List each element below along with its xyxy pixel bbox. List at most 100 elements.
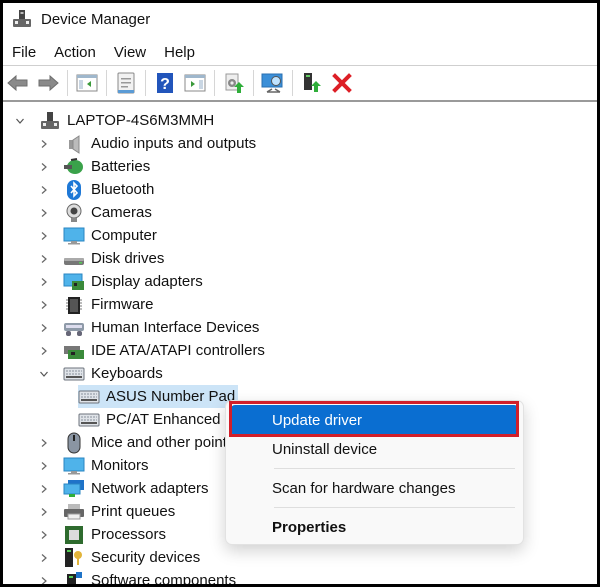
tree-item-label: IDE ATA/ATAPI controllers [91, 342, 265, 359]
tree-item-label: Keyboards [91, 365, 163, 382]
console-tree-icon [76, 74, 98, 92]
chevron-right-icon[interactable] [37, 459, 51, 473]
properties-sheet-icon [117, 72, 135, 94]
help-icon: ? [157, 73, 173, 93]
tree-item-label: Audio inputs and outputs [91, 135, 257, 152]
tree-category-ide-ata-atapi-controllers[interactable]: IDE ATA/ATAPI controllers [37, 339, 265, 362]
chevron-right-icon[interactable] [37, 206, 51, 220]
context-menu: Update driver Uninstall device Scan for … [225, 400, 524, 545]
tree-category-software-components[interactable]: Software components [37, 569, 236, 584]
camera-icon [63, 203, 85, 223]
tree-item-label: Batteries [91, 158, 151, 175]
chevron-right-icon[interactable] [37, 344, 51, 358]
chevron-right-icon[interactable] [37, 321, 51, 335]
toolbar-separator [106, 70, 107, 96]
tree-category-network-adapters[interactable]: Network adapters [37, 477, 209, 500]
tree-item-label: LAPTOP-4S6M3MMH [67, 112, 215, 129]
enable-device-button[interactable] [299, 70, 325, 96]
chevron-right-icon[interactable] [37, 551, 51, 565]
tree-category-print-queues[interactable]: Print queues [37, 500, 175, 523]
action-pane-icon [184, 74, 206, 92]
tree-category-monitors[interactable]: Monitors [37, 454, 149, 477]
arrow-right-icon [38, 74, 59, 92]
toolbar-separator [292, 70, 293, 96]
hid-icon [63, 318, 85, 338]
disk-drive-icon [63, 249, 85, 269]
context-menu-update-driver[interactable]: Update driver [231, 405, 518, 435]
keyboard-icon [78, 410, 100, 430]
menu-action[interactable]: Action [45, 44, 105, 61]
chevron-right-icon[interactable] [37, 275, 51, 289]
tree-category-keyboards[interactable]: Keyboards [37, 362, 163, 385]
forward-button[interactable] [35, 70, 61, 96]
printer-icon [63, 502, 85, 522]
tree-category-display-adapters[interactable]: Display adapters [37, 270, 203, 293]
device-manager-window: Device Manager File Action View Help ? L… [3, 3, 597, 584]
battery-icon [63, 157, 85, 177]
update-driver-button[interactable] [221, 70, 247, 96]
context-menu-scan-hardware-changes[interactable]: Scan for hardware changes [231, 473, 518, 503]
tree-category-firmware[interactable]: Firmware [37, 293, 154, 316]
scan-hardware-button[interactable] [260, 70, 286, 96]
context-menu-properties[interactable]: Properties [231, 512, 518, 542]
help-button[interactable]: ? [152, 70, 178, 96]
tree-root-computer[interactable]: LAPTOP-4S6M3MMH [13, 109, 214, 132]
tree-category-bluetooth[interactable]: Bluetooth [37, 178, 154, 201]
tree-item-label: Software components [91, 572, 237, 584]
display-adapter-icon [63, 272, 85, 292]
tree-category-batteries[interactable]: Batteries [37, 155, 150, 178]
tree-device-pc-at-enhanced-ps-2-keyboard[interactable]: PC/AT Enhanced P [78, 408, 235, 431]
chevron-right-icon[interactable] [37, 574, 51, 584]
tree-category-human-interface-devices[interactable]: Human Interface Devices [37, 316, 259, 339]
chevron-right-icon[interactable] [37, 298, 51, 312]
monitor-icon [63, 456, 85, 476]
tree-item-label: Firmware [91, 296, 154, 313]
chevron-right-icon[interactable] [37, 482, 51, 496]
tree-category-audio-inputs-and-outputs[interactable]: Audio inputs and outputs [37, 132, 256, 155]
chevron-right-icon[interactable] [37, 505, 51, 519]
tree-category-cameras[interactable]: Cameras [37, 201, 152, 224]
chevron-right-icon[interactable] [37, 183, 51, 197]
enable-device-icon [304, 73, 321, 92]
chevron-right-icon[interactable] [37, 137, 51, 151]
update-driver-icon [225, 73, 244, 93]
tree-item-label: Disk drives [91, 250, 165, 267]
tree-device-asus-number-pad[interactable]: ASUS Number Pad [78, 385, 239, 408]
back-button[interactable] [5, 70, 31, 96]
chevron-right-icon[interactable] [37, 436, 51, 450]
computer-tower-icon [39, 111, 61, 131]
chevron-right-icon[interactable] [37, 252, 51, 266]
chevron-right-icon[interactable] [37, 160, 51, 174]
tree-category-processors[interactable]: Processors [37, 523, 166, 546]
keyboard-icon [78, 387, 100, 407]
tree-item-label: Network adapters [91, 480, 209, 497]
uninstall-device-button[interactable] [329, 70, 355, 96]
firmware-chip-icon [63, 295, 85, 315]
menu-bar: File Action View Help [3, 39, 597, 66]
menu-help[interactable]: Help [155, 44, 204, 61]
menu-file[interactable]: File [3, 44, 45, 61]
network-icon [63, 479, 85, 499]
toolbar-separator [145, 70, 146, 96]
tree-item-label: Human Interface Devices [91, 319, 260, 336]
menu-view[interactable]: View [105, 44, 155, 61]
show-hide-console-tree-button[interactable] [74, 70, 100, 96]
tree-category-security-devices[interactable]: Security devices [37, 546, 200, 569]
chevron-right-icon[interactable] [37, 528, 51, 542]
chevron-right-icon[interactable] [37, 229, 51, 243]
tree-item-label: Display adapters [91, 273, 203, 290]
arrow-left-icon [7, 74, 28, 92]
chevron-down-icon[interactable] [37, 367, 51, 381]
tree-item-label: Monitors [91, 457, 149, 474]
properties-button[interactable] [113, 70, 139, 96]
tree-category-computer[interactable]: Computer [37, 224, 157, 247]
chevron-down-icon[interactable] [13, 114, 27, 128]
toolbar-separator [214, 70, 215, 96]
toolbar-separator [67, 70, 68, 96]
tree-category-mice-and-other-pointing-devices[interactable]: Mice and other point [37, 431, 227, 454]
software-component-icon [63, 571, 85, 584]
tree-category-disk-drives[interactable]: Disk drives [37, 247, 164, 270]
show-hide-action-pane-button[interactable] [182, 70, 208, 96]
window-title: Device Manager [41, 10, 151, 28]
context-menu-uninstall-device[interactable]: Uninstall device [231, 434, 518, 464]
